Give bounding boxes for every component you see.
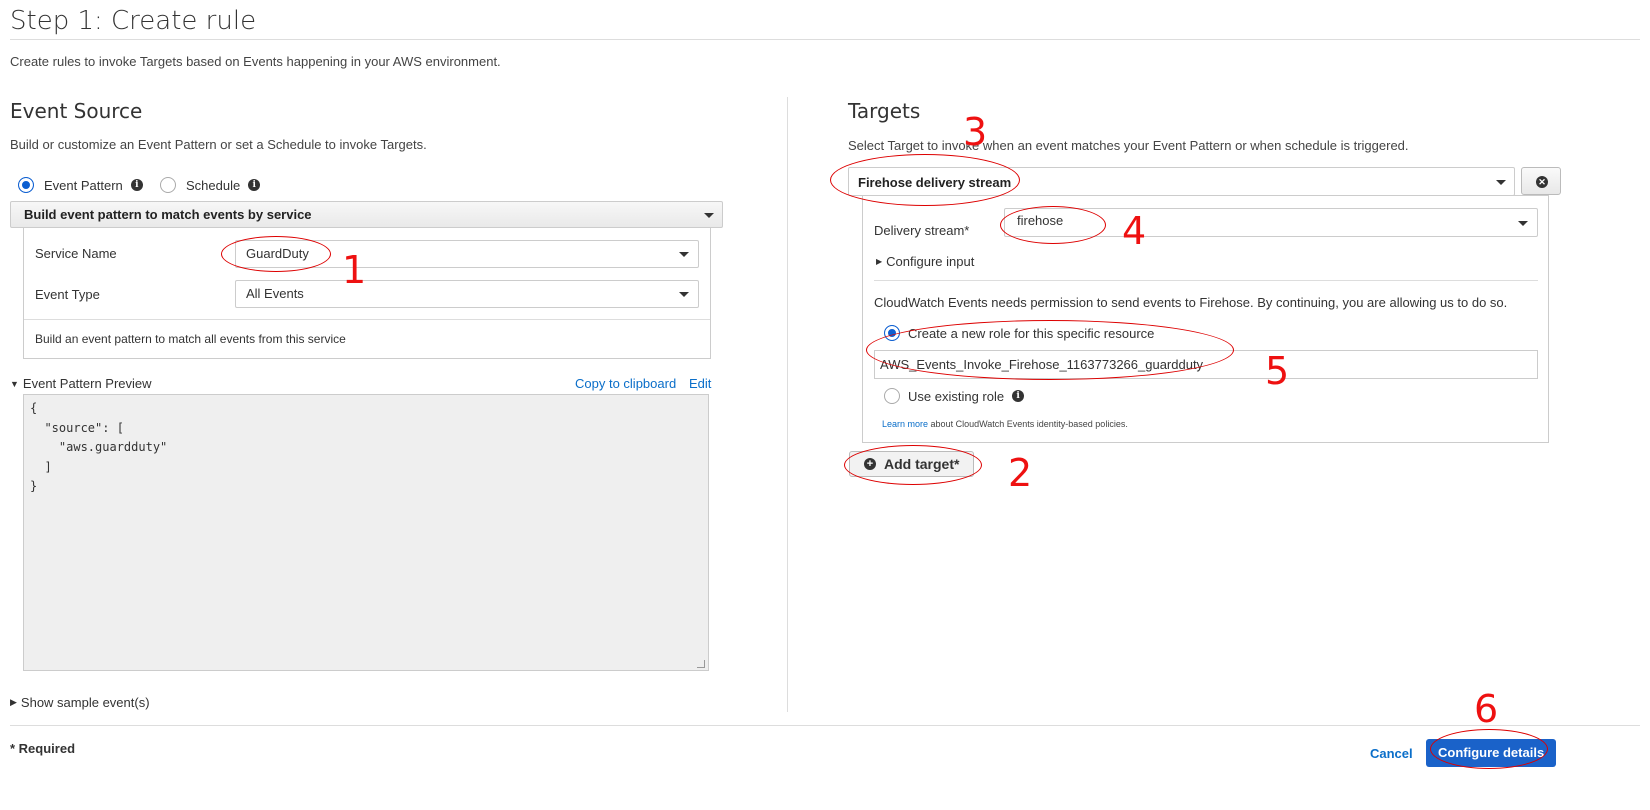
title-divider [10, 39, 1640, 40]
permission-note: CloudWatch Events needs permission to se… [874, 295, 1508, 310]
event-pattern-preview[interactable]: { "source": [ "aws.guardduty" ] } [23, 394, 709, 671]
column-divider [787, 97, 788, 712]
builder-note: Build an event pattern to match all even… [35, 332, 346, 346]
event-type-label: Event Type [35, 287, 100, 302]
required-note: * Required [10, 741, 76, 756]
annotation-ellipse [1430, 729, 1548, 769]
annotation-ellipse [1000, 206, 1106, 244]
annotation-ellipse [866, 320, 1234, 380]
use-existing-role-label: Use existing role [908, 388, 1005, 404]
service-name-label: Service Name [35, 246, 117, 261]
target-config-panel: Delivery stream* firehose ▶ Configure in… [862, 195, 1549, 443]
event-source-heading: Event Source [10, 99, 143, 123]
annotation-number: 3 [963, 110, 988, 154]
use-existing-role-radio[interactable] [884, 388, 900, 404]
resize-handle-icon[interactable] [697, 660, 705, 668]
event-pattern-radio[interactable] [18, 177, 34, 193]
copy-to-clipboard-link[interactable]: Copy to clipboard [575, 376, 676, 391]
info-icon[interactable]: i [248, 179, 261, 191]
pattern-builder-label: Build event pattern to match events by s… [24, 207, 312, 222]
page-description: Create rules to invoke Targets based on … [10, 54, 501, 69]
info-icon[interactable]: i [130, 179, 143, 191]
annotation-ellipse [844, 445, 982, 485]
configure-input-label: Configure input [886, 254, 975, 269]
schedule-label: Schedule [186, 177, 241, 193]
annotation-number: 6 [1474, 687, 1499, 731]
learn-more-text: about CloudWatch Events identity-based p… [930, 419, 1128, 429]
annotation-number: 4 [1122, 209, 1147, 253]
event-pattern-option[interactable]: Event Pattern i [18, 177, 143, 193]
annotation-number: 2 [1008, 451, 1033, 495]
pattern-builder-panel: Service Name GuardDuty Event Type All Ev… [23, 227, 711, 359]
annotation-number: 5 [1265, 349, 1290, 393]
learn-more-link[interactable]: Learn more [882, 419, 928, 429]
close-icon: ✕ [1536, 176, 1548, 188]
learn-more-row: Learn more about CloudWatch Events ident… [882, 419, 1128, 429]
caret-down-icon: ▼ [10, 378, 19, 389]
edit-link[interactable]: Edit [689, 376, 711, 391]
caret-right-icon: ▶ [876, 257, 883, 266]
config-divider [874, 280, 1538, 281]
caret-right-icon: ▶ [10, 697, 17, 707]
event-pattern-label: Event Pattern [44, 177, 123, 193]
cancel-link[interactable]: Cancel [1370, 746, 1413, 761]
chevron-down-icon [679, 252, 689, 257]
schedule-option[interactable]: Schedule i [160, 177, 261, 193]
schedule-radio[interactable] [160, 177, 176, 193]
remove-target-button[interactable]: ✕ [1521, 167, 1561, 195]
chevron-down-icon [679, 292, 689, 297]
chevron-down-icon [1496, 180, 1506, 185]
event-pattern-preview-toggle[interactable]: ▼ Event Pattern Preview [10, 376, 152, 391]
info-icon[interactable]: i [1012, 390, 1025, 402]
targets-description: Select Target to invoke when an event ma… [848, 138, 1409, 153]
event-source-description: Build or customize an Event Pattern or s… [10, 137, 427, 152]
chevron-down-icon [704, 213, 714, 218]
event-type-value: All Events [246, 286, 304, 301]
delivery-stream-label: Delivery stream* [874, 223, 970, 238]
annotation-ellipse [221, 236, 331, 272]
show-sample-toggle[interactable]: ▶ Show sample event(s) [10, 695, 150, 710]
use-existing-role-option[interactable]: Use existing role i [884, 388, 1025, 404]
chevron-down-icon [1518, 221, 1528, 226]
targets-heading: Targets [848, 99, 921, 123]
show-sample-label: Show sample event(s) [20, 695, 150, 710]
event-type-select[interactable]: All Events [235, 280, 699, 308]
page-title: Step 1: Create rule [10, 6, 257, 36]
footer-divider [10, 725, 1640, 726]
panel-divider [24, 319, 710, 320]
configure-input-toggle[interactable]: ▶ Configure input [876, 254, 974, 269]
pattern-builder-dropdown[interactable]: Build event pattern to match events by s… [10, 201, 723, 228]
annotation-number: 1 [342, 248, 367, 292]
annotation-ellipse [830, 154, 1020, 206]
event-pattern-preview-label: Event Pattern Preview [22, 376, 152, 391]
